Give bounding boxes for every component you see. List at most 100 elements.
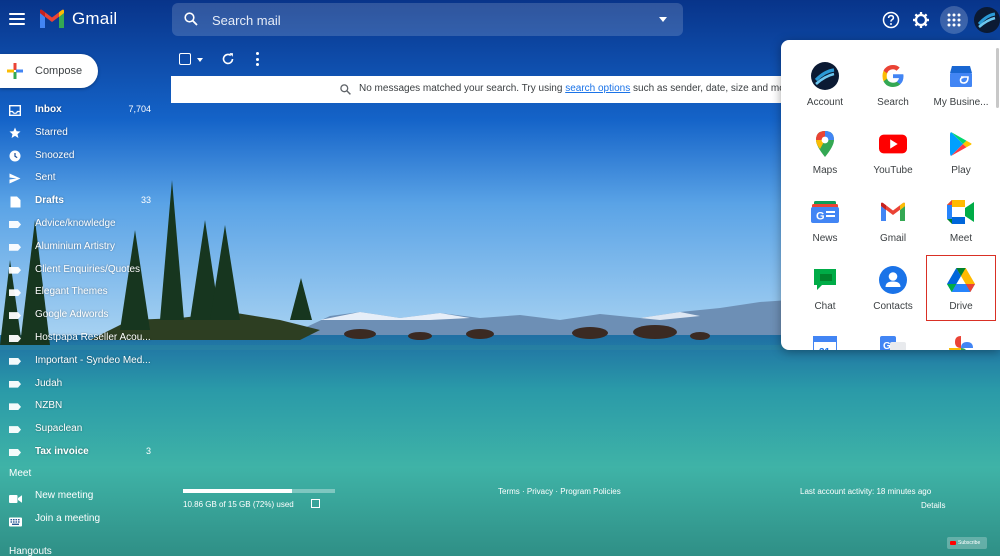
sidebar-item-count: 3 [145,445,151,456]
compose-plus-icon [7,63,23,79]
app-translate[interactable]: G [859,324,927,350]
sidebar-item-judah[interactable]: Judah [0,373,160,396]
apps-panel-scrollbar[interactable] [996,48,999,108]
app-youtube[interactable]: YouTube [859,120,927,184]
sidebar-item-label: NZBN [35,400,63,412]
app-search[interactable]: Search [859,52,927,116]
sidebar-item-drafts[interactable]: Drafts 33 [0,190,160,213]
contacts-icon [879,266,907,294]
youtube-logo-icon [950,541,956,545]
search-options-icon[interactable] [659,17,667,22]
app-contacts[interactable]: Contacts [859,256,927,320]
sidebar-item-label: Judah [35,377,63,389]
search-bar[interactable] [172,3,683,36]
terms-link[interactable]: Terms [498,487,520,496]
footer-links: Terms · Privacy · Program Policies [498,487,621,496]
sidebar-item-label: Supaclean [35,423,83,435]
app-label: Gmail [879,233,907,244]
sidebar-item-label: Google Adwords [35,309,109,321]
news-icon: G [811,198,839,226]
maps-icon [811,130,839,158]
open-storage-icon[interactable] [311,499,320,508]
no-messages-text: No messages matched your search. Try usi… [359,83,781,94]
details-link[interactable]: Details [921,501,945,510]
sidebar-item-important-syndeo[interactable]: Important - Syndeo Med... [0,350,160,373]
sidebar-item-starred[interactable]: Starred [0,122,160,145]
app-calendar[interactable]: 31 [791,324,859,350]
label-icon [9,333,21,344]
video-icon [9,491,22,509]
new-meeting-button[interactable]: New meeting [0,485,160,507]
app-maps[interactable]: Maps [791,120,859,184]
program-policies-link[interactable]: Program Policies [560,487,620,496]
label-icon [9,310,21,321]
clock-icon [9,150,21,162]
link-separator: · [519,487,527,496]
svg-text:G: G [816,211,825,223]
app-label: News [812,233,838,244]
sidebar-item-elegant-themes[interactable]: Elegant Themes [0,281,160,304]
label-icon [9,424,21,435]
sidebar-item-client-enquiries[interactable]: Client Enquiries/Quotes [0,259,160,282]
search-options-link[interactable]: search options [565,83,630,94]
app-label: Play [951,165,971,176]
sidebar-item-supaclean[interactable]: Supaclean [0,418,160,441]
sidebar-item-google-adwords[interactable]: Google Adwords [0,304,160,327]
sidebar-item-label: Hostpapa Reseller Acou... [35,331,151,343]
app-label: Search [877,97,909,108]
app-label: Contacts [873,301,913,312]
sidebar-item-snoozed[interactable]: Snoozed [0,145,160,168]
compose-button[interactable]: Compose [0,54,98,88]
sidebar-item-inbox[interactable]: Inbox 7,704 [0,99,160,122]
sidebar-item-label: Starred [35,126,68,138]
select-options-icon[interactable] [197,58,203,62]
sidebar-item-hostpapa[interactable]: Hostpapa Reseller Acou... [0,327,160,350]
sidebar-item-count: 7,704 [128,104,151,114]
app-drive[interactable]: Drive [926,255,996,321]
sidebar-item-advice-knowledge[interactable]: Advice/knowledge [0,213,160,236]
privacy-link[interactable]: Privacy [527,487,553,496]
app-account[interactable]: Account [791,52,859,116]
subscribe-badge[interactable]: Subscribe [947,537,987,549]
sidebar-item-nzbn[interactable]: NZBN [0,395,160,418]
svg-text:31: 31 [819,347,831,350]
gmail-icon [879,198,907,226]
sidebar-item-label: Important - Syndeo Med... [35,354,151,366]
search-icon[interactable] [184,12,198,26]
app-news[interactable]: G News [791,188,859,252]
more-options-icon[interactable] [254,52,260,66]
avatar[interactable] [974,7,1000,33]
app-chat[interactable]: Chat [791,256,859,320]
app-my-business[interactable]: My Busine... [927,52,995,116]
send-icon [9,173,21,184]
app-photos[interactable] [927,324,995,350]
sidebar-item-sent[interactable]: Sent [0,167,160,190]
google-apps-panel: Account Search My Busine... Maps YouTube [781,40,1000,350]
keyboard-icon [9,514,22,532]
refresh-icon[interactable] [221,52,235,66]
gmail-logo[interactable]: Gmail [38,8,117,30]
no-messages-suffix: such as sender, date, size and mo [630,83,781,94]
menu-icon[interactable] [6,8,28,30]
app-meet[interactable]: Meet [927,188,995,252]
app-name: Gmail [72,9,118,28]
app-gmail[interactable]: Gmail [859,188,927,252]
top-bar: Gmail [0,0,1000,40]
sidebar-item-tax-invoice[interactable]: Tax invoice 3 [0,441,160,464]
storage-text: 10.86 GB of 15 GB (72%) used [183,500,294,509]
sidebar-item-label: Elegant Themes [35,286,108,298]
inbox-icon [9,105,21,116]
settings-icon[interactable] [910,9,932,31]
no-messages-prefix: No messages matched your search. Try usi… [359,83,566,94]
select-all-checkbox[interactable] [179,53,191,65]
help-icon[interactable] [880,9,902,31]
meet-item-label: Join a meeting [35,513,101,524]
search-input[interactable] [212,9,632,31]
join-meeting-button[interactable]: Join a meeting [0,508,160,530]
app-play[interactable]: Play [927,120,995,184]
compose-label: Compose [35,65,83,77]
storage-bar [183,489,335,493]
sidebar-item-label: Drafts [35,195,64,207]
apps-icon[interactable] [940,6,968,34]
sidebar-item-aluminium-artistry[interactable]: Aluminium Artistry [0,236,160,259]
